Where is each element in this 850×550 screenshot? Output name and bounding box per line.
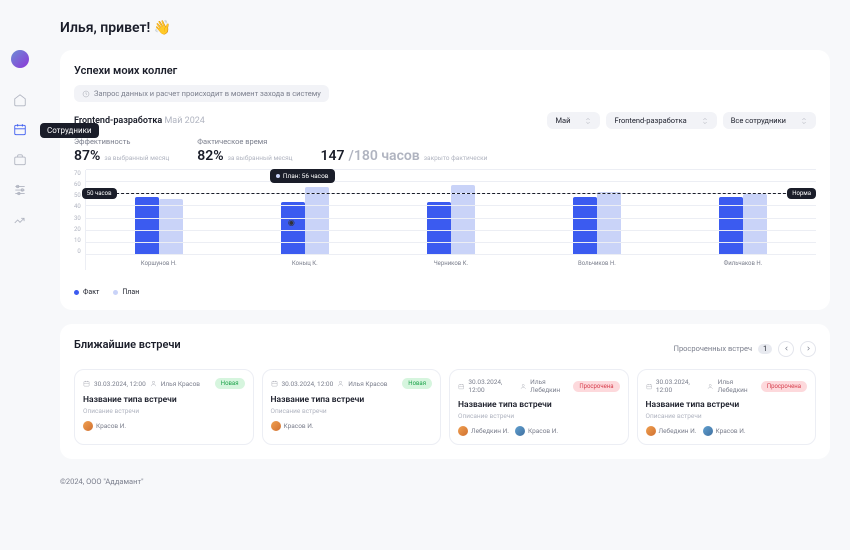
- chevron-updown-icon: [800, 117, 808, 125]
- bar-label: Коныц К.: [292, 260, 318, 267]
- bar-label: Фильчаков Н.: [724, 260, 763, 267]
- bar-label: Вольчиков Н.: [578, 260, 616, 267]
- bar-plan: [597, 192, 621, 255]
- chevron-updown-icon: [584, 117, 592, 125]
- meeting-title: Название типа встречи: [646, 400, 808, 410]
- meeting-meta: 30.03.2024, 12:00 Илья Лебедкин: [458, 378, 573, 394]
- status-badge: Новая: [402, 378, 432, 389]
- bar-plan: [451, 185, 475, 255]
- person-avatar-icon: [515, 426, 525, 436]
- main-content: Илья, привет! 👋 Успехи моих коллег Запро…: [40, 0, 850, 550]
- nav-home-icon[interactable]: [12, 92, 28, 108]
- bar-label: Коршунов Н.: [141, 260, 177, 267]
- overdue-label: Просроченных встреч: [674, 344, 752, 353]
- meeting-person: Лебедкин И.: [646, 426, 697, 436]
- overdue-count: 1: [758, 344, 772, 354]
- bar-label: Черников К.: [434, 260, 469, 267]
- colleagues-title: Успехи моих коллег: [74, 64, 816, 77]
- meeting-person: Красов И.: [83, 421, 126, 431]
- meeting-person: Лебедкин И.: [458, 426, 509, 436]
- page-title: Илья, привет! 👋: [60, 20, 830, 36]
- bar-plan: [159, 199, 183, 255]
- y-axis: 706050403020100: [74, 170, 85, 255]
- person-avatar-icon: [83, 421, 93, 431]
- meeting-desc: Описание встречи: [83, 407, 245, 415]
- wave-emoji: 👋: [154, 20, 171, 36]
- cursor-icon: ◉: [288, 218, 295, 227]
- person-avatar-icon: [646, 426, 656, 436]
- meeting-meta: 30.03.2024, 12:00 Илья Лебедкин: [646, 378, 761, 394]
- nav-tooltip: Сотрудники: [40, 123, 99, 138]
- meeting-person: Красов И.: [271, 421, 314, 431]
- dept-select[interactable]: Frontend-разработка: [606, 112, 716, 129]
- meeting-card[interactable]: 30.03.2024, 12:00 Илья Красов Новая Назв…: [262, 369, 442, 445]
- norm-badge-left: 50 часов: [82, 188, 117, 199]
- user-icon: [520, 383, 526, 390]
- status-badge: Просрочена: [761, 381, 807, 392]
- person-avatar-icon: [271, 421, 281, 431]
- meeting-person: Красов И.: [515, 426, 558, 436]
- user-icon: [707, 383, 713, 390]
- bar-plan: [305, 187, 329, 255]
- status-badge: Новая: [215, 378, 245, 389]
- colleagues-card: Успехи моих коллег Запрос данных и расче…: [60, 50, 830, 310]
- chart-plot: Коршунов Н. Коныц К. План: 56 часов ◉ Черник…: [85, 170, 816, 270]
- meeting-person: Красов И.: [703, 426, 746, 436]
- nav-sliders-icon[interactable]: [12, 182, 28, 198]
- footer: ©2024, ООО "Аддамант": [60, 473, 830, 490]
- user-icon: [150, 380, 157, 387]
- user-avatar[interactable]: [11, 50, 29, 68]
- person-avatar-icon: [703, 426, 713, 436]
- bar-plan: [743, 194, 767, 255]
- meetings-next-button[interactable]: [800, 341, 816, 357]
- meetings-title: Ближайшие встречи: [74, 338, 181, 351]
- month-select[interactable]: Май: [547, 112, 600, 129]
- clock-icon: [82, 90, 90, 98]
- meeting-title: Название типа встречи: [458, 400, 620, 410]
- meeting-meta: 30.03.2024, 12:00 Илья Красов: [271, 380, 388, 388]
- status-badge: Просрочена: [573, 381, 619, 392]
- chevron-updown-icon: [701, 117, 709, 125]
- nav-chart-icon[interactable]: [12, 212, 28, 228]
- nav-employees-icon[interactable]: Сотрудники: [12, 122, 28, 138]
- calendar-icon: [83, 380, 90, 387]
- calendar-icon: [271, 380, 278, 387]
- meeting-card[interactable]: 30.03.2024, 12:00 Илья Лебедкин Просроче…: [637, 369, 817, 445]
- info-pill: Запрос данных и расчет происходит в моме…: [74, 85, 329, 102]
- meetings-card: Ближайшие встречи Просроченных встреч 1 …: [60, 324, 830, 459]
- meeting-people: Красов И.: [83, 421, 245, 431]
- meetings-row: 30.03.2024, 12:00 Илья Красов Новая Назв…: [74, 369, 816, 445]
- meeting-card[interactable]: 30.03.2024, 12:00 Илья Лебедкин Просроче…: [449, 369, 629, 445]
- stats-row: Эффективность 87%за выбранный месяц Факт…: [74, 137, 816, 164]
- meeting-desc: Описание встречи: [646, 412, 808, 420]
- meeting-title: Название типа встречи: [83, 395, 245, 405]
- meeting-card[interactable]: 30.03.2024, 12:00 Илья Красов Новая Назв…: [74, 369, 254, 445]
- calendar-icon: [458, 383, 464, 390]
- meetings-prev-button[interactable]: [778, 341, 794, 357]
- meeting-meta: 30.03.2024, 12:00 Илья Красов: [83, 380, 200, 388]
- user-icon: [337, 380, 344, 387]
- chart-legend: Факт План: [74, 288, 816, 296]
- bar-fact: [281, 202, 305, 255]
- norm-badge-right: Норма: [787, 188, 816, 199]
- person-avatar-icon: [458, 426, 468, 436]
- bar-tooltip: План: 56 часов: [270, 169, 335, 183]
- meeting-people: Красов И.: [271, 421, 433, 431]
- calendar-icon: [646, 383, 652, 390]
- meeting-title: Название типа встречи: [271, 395, 433, 405]
- meeting-people: Лебедкин И. Красов И.: [646, 426, 808, 436]
- meeting-desc: Описание встречи: [271, 407, 433, 415]
- meeting-people: Лебедкин И. Красов И.: [458, 426, 620, 436]
- meeting-desc: Описание встречи: [458, 412, 620, 420]
- nav-briefcase-icon[interactable]: [12, 152, 28, 168]
- bar-fact: [427, 202, 451, 255]
- emp-select[interactable]: Все сотрудники: [723, 112, 816, 129]
- sidebar: Сотрудники: [0, 0, 40, 550]
- chart: 706050403020100 Коршунов Н. Коныц К. План:…: [74, 170, 816, 270]
